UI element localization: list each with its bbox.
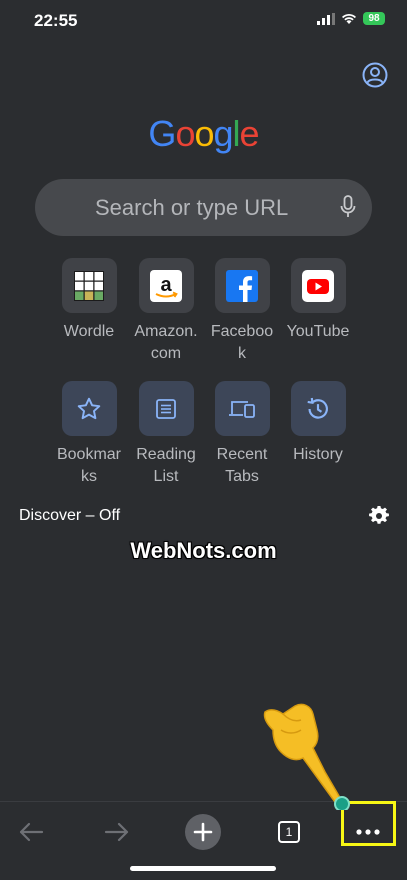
battery-indicator: 98 — [363, 12, 385, 25]
shortcut-tile — [61, 258, 117, 313]
status-icons: 98 — [317, 12, 385, 25]
action-tile — [290, 381, 346, 436]
discover-status: Discover – Off — [19, 507, 121, 524]
status-time: 22:55 — [34, 11, 78, 30]
home-indicator — [130, 866, 276, 871]
gear-icon — [369, 505, 389, 524]
amazon-icon: a — [150, 269, 182, 302]
pointing-hand-icon — [263, 703, 350, 810]
action-tile — [214, 381, 270, 436]
shortcut-tile: a — [138, 258, 194, 313]
action-label: History — [293, 446, 343, 463]
tab-count-icon: 1 — [278, 821, 300, 843]
cellular-signal-icon — [317, 12, 335, 25]
action-history[interactable]: History — [268, 381, 368, 466]
discover-settings-button[interactable] — [369, 505, 389, 526]
recent-tabs-icon — [229, 400, 255, 418]
plus-icon — [185, 814, 221, 850]
facebook-icon — [226, 269, 258, 302]
search-placeholder: Search or type URL — [95, 195, 289, 220]
reading-list-icon — [156, 398, 176, 419]
shortcut-youtube[interactable]: YouTube — [268, 258, 368, 343]
google-logo: Google — [0, 113, 407, 155]
star-icon — [77, 397, 101, 419]
shortcut-label: YouTube — [286, 323, 350, 340]
back-arrow-icon — [19, 822, 44, 842]
wifi-icon — [342, 13, 356, 24]
search-box[interactable]: Search or type URL — [35, 179, 372, 236]
forward-button[interactable] — [97, 812, 137, 852]
new-tab-button[interactable] — [183, 812, 223, 852]
history-icon — [307, 397, 328, 419]
logo-letter: e — [239, 113, 260, 154]
logo-letter: o — [194, 113, 214, 154]
back-button[interactable] — [11, 812, 51, 852]
action-tile — [61, 381, 117, 436]
logo-letter: o — [175, 113, 195, 154]
logo-letter: l — [232, 113, 241, 154]
microphone-icon[interactable] — [340, 195, 356, 219]
forward-arrow-icon — [104, 822, 129, 842]
action-tile — [138, 381, 194, 436]
shortcut-tile — [290, 258, 346, 313]
tab-count: 1 — [285, 825, 293, 839]
profile-button[interactable] — [362, 62, 388, 88]
watermark-text: WebNots.com — [130, 538, 277, 563]
account-icon — [362, 62, 388, 88]
shortcut-tile — [214, 258, 270, 313]
status-bar: 22:55 98 — [0, 0, 407, 44]
youtube-icon — [302, 269, 334, 302]
wordle-icon — [74, 270, 104, 301]
svg-text:a: a — [160, 274, 172, 296]
logo-letter: G — [148, 113, 176, 154]
logo-letter: g — [213, 113, 234, 154]
tab-switcher-button[interactable]: 1 — [269, 812, 309, 852]
